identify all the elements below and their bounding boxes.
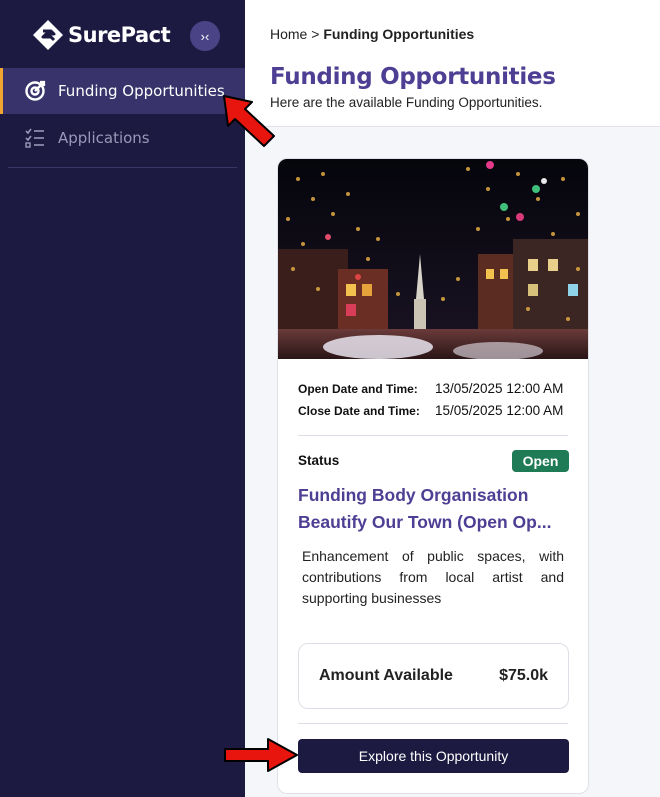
explore-opportunity-button[interactable]: Explore this Opportunity (298, 739, 569, 773)
opportunity-card: Open Date and Time: 13/05/2025 12:00 AM … (277, 158, 589, 794)
page-title: Funding Opportunities (270, 64, 556, 90)
opportunity-description: Enhancement of public spaces, with contr… (302, 548, 564, 606)
breadcrumb-separator: > (311, 26, 320, 42)
amount-value: $75.0k (499, 667, 548, 684)
sidebar-item-funding-opportunities[interactable]: Funding Opportunities (0, 68, 245, 114)
divider (298, 723, 568, 724)
open-date-label: Open Date and Time: (298, 382, 418, 396)
open-date-row: Open Date and Time: 13/05/2025 12:00 AM (298, 381, 570, 396)
checklist-icon (24, 127, 46, 149)
collapse-icon: ›‹ (200, 28, 210, 44)
opportunity-title-line-1: Funding Body Organisation (298, 485, 529, 505)
sidebar-divider (8, 167, 237, 168)
opportunity-title-line-2: Beautify Our Town (Open Op... (298, 512, 552, 532)
status-label: Status (298, 453, 340, 468)
amount-available-box: Amount Available $75.0k (298, 643, 569, 709)
opportunity-image (278, 159, 588, 359)
sidebar-item-label: Funding Opportunities (58, 82, 225, 100)
close-date-value: 15/05/2025 12:00 AM (435, 403, 564, 418)
page-header: Home > Funding Opportunities Funding Opp… (245, 0, 660, 127)
open-date-value: 13/05/2025 12:00 AM (435, 381, 564, 396)
status-badge: Open (512, 450, 569, 472)
surepact-logo-icon (33, 20, 63, 50)
breadcrumb-current: Funding Opportunities (323, 26, 475, 42)
target-icon (24, 80, 46, 102)
sidebar-collapse-button[interactable]: ›‹ (190, 21, 220, 51)
sidebar-item-label: Applications (58, 129, 150, 147)
sidebar-item-applications[interactable]: Applications (0, 115, 245, 161)
amount-label: Amount Available (319, 667, 453, 684)
close-date-label: Close Date and Time: (298, 404, 420, 418)
brand-name: SurePact (68, 23, 171, 47)
sidebar: SurePact ›‹ Funding Opportunities Applic… (0, 0, 245, 797)
brand[interactable]: SurePact (32, 16, 171, 54)
opportunity-title[interactable]: Funding Body Organisation Beautify Our T… (298, 482, 573, 536)
annotation-arrow-icon (224, 738, 298, 772)
annotation-arrow-icon (223, 95, 275, 147)
divider (298, 435, 568, 436)
breadcrumb: Home > Funding Opportunities (270, 26, 474, 42)
breadcrumb-home[interactable]: Home (270, 26, 307, 42)
close-date-row: Close Date and Time: 15/05/2025 12:00 AM (298, 403, 570, 418)
page-subtitle: Here are the available Funding Opportuni… (270, 95, 543, 110)
